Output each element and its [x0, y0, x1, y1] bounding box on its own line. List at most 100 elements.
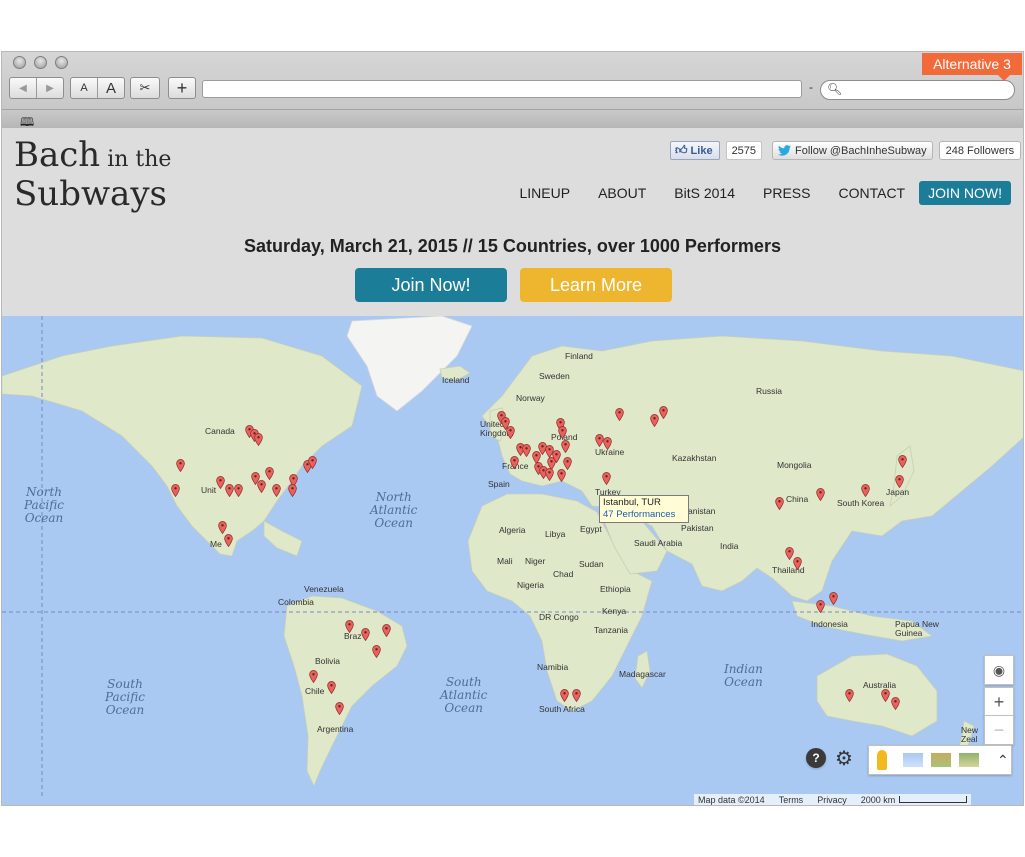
map-pin[interactable] [861, 484, 870, 497]
map-pin[interactable] [545, 468, 554, 481]
map-pin[interactable] [603, 437, 612, 450]
alternative-badge: Alternative 3 [922, 53, 1022, 81]
map-pin[interactable] [560, 689, 569, 702]
map-pin[interactable] [561, 440, 570, 453]
map-pin[interactable] [615, 408, 624, 421]
label-united-states: Unit [201, 485, 217, 495]
map-pin[interactable] [793, 557, 802, 570]
join-now-button[interactable]: Join Now! [355, 268, 507, 302]
label-colombia: Colombia [278, 597, 314, 607]
label-norway: Norway [516, 393, 545, 403]
label-kenya: Kenya [602, 606, 627, 616]
map-pin[interactable] [816, 488, 825, 501]
zoom-window-button[interactable] [55, 56, 68, 69]
map-pin[interactable] [382, 624, 391, 637]
label-china: China [786, 494, 809, 504]
map-type-terrain-thumb[interactable] [931, 753, 951, 767]
nav-join-now-button[interactable]: JOIN NOW! [919, 181, 1011, 205]
map-pin[interactable] [254, 433, 263, 446]
site-logo[interactable]: Bach in the Subways [14, 138, 171, 212]
map-pin[interactable] [522, 444, 531, 457]
map-pin[interactable] [816, 600, 825, 613]
map-pin[interactable] [171, 484, 180, 497]
nav-lineup[interactable]: LINEUP [505, 181, 584, 205]
map-pin[interactable] [216, 476, 225, 489]
map-pin[interactable] [224, 534, 233, 547]
expand-chevron-icon[interactable]: ⌃ [997, 752, 1009, 769]
map-pin[interactable] [327, 681, 336, 694]
map-pin[interactable] [552, 450, 561, 463]
map-pin[interactable] [308, 456, 317, 469]
map-pin[interactable] [775, 497, 784, 510]
scissors-icon[interactable]: ✂ [130, 77, 160, 99]
learn-more-button[interactable]: Learn More [520, 268, 672, 302]
facebook-like-button[interactable]: 👍︎ Like [670, 141, 720, 160]
map-pin[interactable] [372, 645, 381, 658]
map-pin[interactable] [506, 426, 515, 439]
settings-gear-icon[interactable]: ⚙ [834, 748, 854, 770]
map-pin[interactable] [288, 484, 297, 497]
nav-contact[interactable]: CONTACT [824, 181, 919, 205]
zoom-out-button[interactable]: − [984, 715, 1014, 745]
zoom-in-button[interactable]: + [984, 687, 1014, 717]
label-niger: Niger [525, 556, 546, 566]
nav-about[interactable]: ABOUT [584, 181, 660, 205]
map-pin[interactable] [659, 406, 668, 419]
map-pin[interactable] [510, 456, 519, 469]
map-pin[interactable] [257, 480, 266, 493]
infowindow-performances-link[interactable]: 47 Performances [603, 509, 685, 521]
privacy-link[interactable]: Privacy [817, 795, 847, 805]
help-icon[interactable]: ? [806, 748, 826, 768]
label-venezuela: Venezuela [304, 584, 344, 594]
search-field[interactable]: 🔍︎ [820, 80, 1015, 100]
world-map[interactable]: North Pacific Ocean North Atlantic Ocean… [2, 316, 1023, 805]
map-type-water-thumb[interactable] [903, 753, 923, 767]
minimize-window-button[interactable] [34, 56, 47, 69]
forward-button[interactable]: ▶ [37, 78, 63, 98]
pegman-icon[interactable] [877, 750, 887, 770]
label-sudan: Sudan [579, 559, 604, 569]
map-pin[interactable] [572, 689, 581, 702]
nav-press[interactable]: PRESS [749, 181, 824, 205]
map-pin[interactable] [845, 689, 854, 702]
map-pin[interactable] [361, 628, 370, 641]
label-mongolia: Mongolia [777, 460, 812, 470]
map-pin[interactable] [345, 620, 354, 633]
close-window-button[interactable] [13, 56, 26, 69]
map-pin[interactable] [225, 484, 234, 497]
search-icon: 🔍︎ [827, 82, 843, 96]
label-north-pacific: North Pacific Ocean [24, 485, 64, 525]
map-pin[interactable] [272, 484, 281, 497]
label-argentina: Argentina [317, 724, 354, 734]
map-pin[interactable] [898, 455, 907, 468]
map-pin[interactable] [650, 414, 659, 427]
map-pin[interactable] [234, 484, 243, 497]
map-type-control: ⌃ [868, 745, 1012, 775]
map-pin[interactable] [176, 459, 185, 472]
map-pin[interactable] [602, 472, 611, 485]
map-pin[interactable] [558, 426, 567, 439]
map-pin[interactable] [895, 475, 904, 488]
label-kazakhstan: Kazakhstan [672, 453, 717, 463]
map-pin[interactable] [557, 469, 566, 482]
twitter-follow-button[interactable]: Follow @BachInheSubway [772, 141, 933, 160]
map-pin[interactable] [265, 467, 274, 480]
add-tab-button[interactable]: + [168, 77, 196, 99]
facebook-like-label: Like [690, 144, 713, 157]
map-pin[interactable] [218, 521, 227, 534]
back-button[interactable]: ◀ [10, 78, 37, 98]
map-pin[interactable] [829, 592, 838, 605]
map-pin[interactable] [309, 670, 318, 683]
label-sweden: Sweden [539, 371, 570, 381]
map-type-satellite-thumb[interactable] [959, 753, 979, 767]
map-pin[interactable] [891, 697, 900, 710]
map-pin[interactable] [335, 702, 344, 715]
text-smaller-button[interactable]: A [71, 78, 98, 98]
terms-link[interactable]: Terms [779, 795, 804, 805]
nav-bits-2014[interactable]: BitS 2014 [660, 181, 749, 205]
map-pin[interactable] [881, 689, 890, 702]
address-bar[interactable] [202, 80, 802, 98]
locate-icon[interactable]: ◉ [984, 655, 1014, 685]
browser-toolbar: ◀ ▶ A A ✂ + - 🔍︎ Alternative 3 🕮 [2, 52, 1023, 129]
text-larger-button[interactable]: A [98, 78, 124, 98]
